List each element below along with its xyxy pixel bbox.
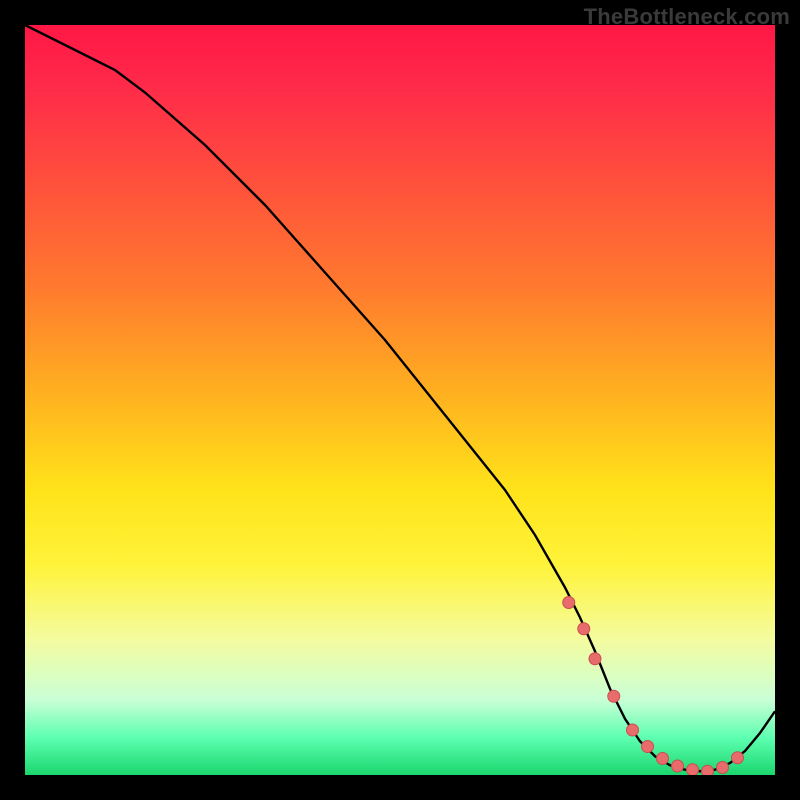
chart-svg xyxy=(25,25,775,775)
highlight-marker xyxy=(687,764,699,775)
highlight-marker xyxy=(702,765,714,775)
highlight-marker xyxy=(732,752,744,764)
highlight-marker xyxy=(578,623,590,635)
chart-frame: TheBottleneck.com xyxy=(0,0,800,800)
highlight-marker xyxy=(563,597,575,609)
plot-area xyxy=(25,25,775,775)
highlight-marker xyxy=(627,724,639,736)
highlight-marker xyxy=(717,762,729,774)
highlight-marker xyxy=(642,741,654,753)
gradient-background xyxy=(25,25,775,775)
highlight-marker xyxy=(608,690,620,702)
highlight-marker xyxy=(589,653,601,665)
highlight-marker xyxy=(657,753,669,765)
highlight-marker xyxy=(672,760,684,772)
